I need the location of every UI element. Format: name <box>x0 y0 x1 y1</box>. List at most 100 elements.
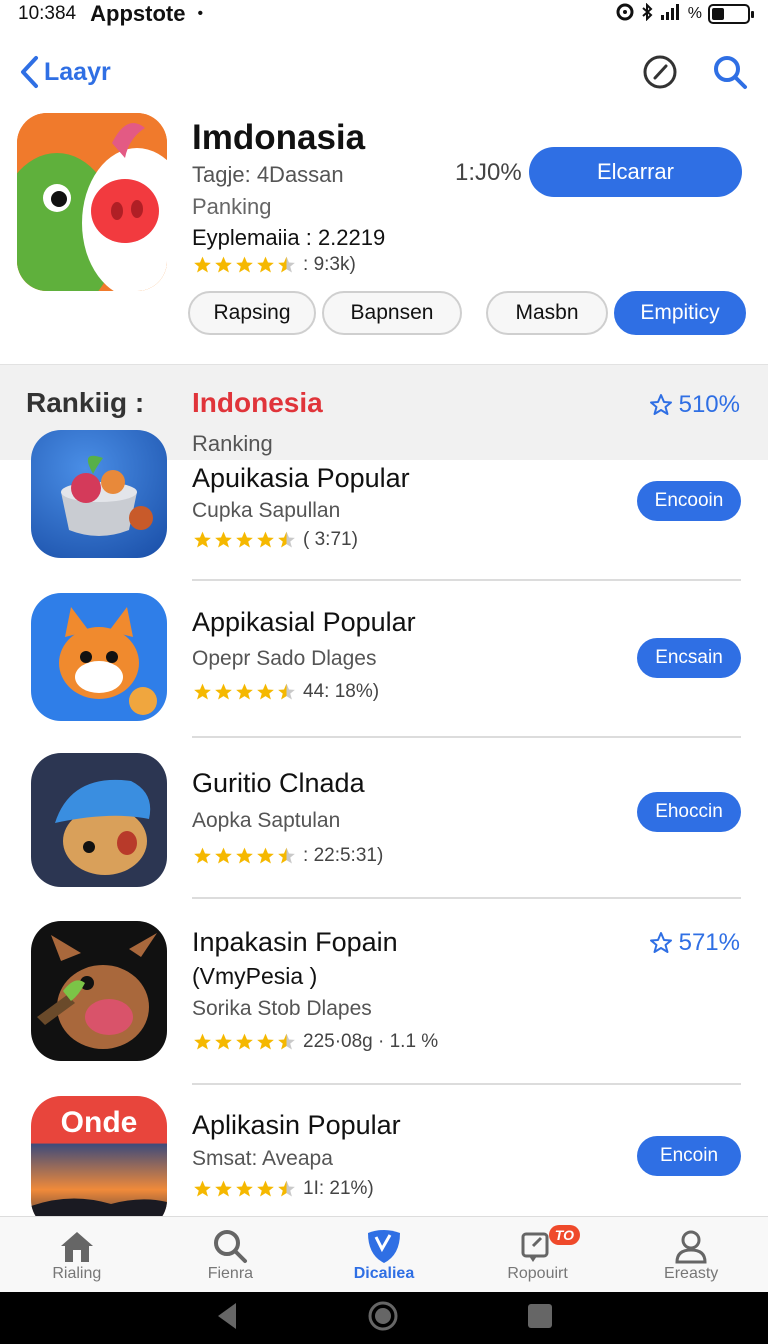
app-rating: 44: 18%) <box>192 681 379 703</box>
get-button[interactable]: Ehoccin <box>637 792 741 832</box>
compass-button[interactable] <box>640 52 680 92</box>
app-rating: ( 3:71) <box>192 529 358 551</box>
get-button[interactable]: Encooin <box>637 481 741 521</box>
status-bar: 10:384 Appstote • % <box>0 0 768 28</box>
featured-app-title: Imdonasia <box>192 118 366 157</box>
star-icon <box>194 1033 211 1050</box>
compass-icon <box>643 55 677 89</box>
list-item[interactable]: Guritio Clnada Aopka Saptulan : 22:5:31)… <box>0 753 768 899</box>
tab-label: Ereasty <box>664 1265 719 1282</box>
star-icon <box>236 256 253 273</box>
chevron-left-icon <box>21 56 38 88</box>
featured-app-get-button[interactable]: Elcarrar <box>529 147 742 197</box>
star-icon <box>236 847 253 864</box>
system-nav-bar <box>0 1292 768 1344</box>
app-rating-count: 225·08g · 1.1 % <box>303 1031 439 1052</box>
star-outline-icon <box>649 394 672 415</box>
chip-masbn[interactable]: Masbn <box>486 291 608 335</box>
chip-rapsing[interactable]: Rapsing <box>188 291 316 335</box>
back-button[interactable]: Laayr <box>18 55 111 89</box>
app-rating-count: ( 3:71) <box>303 529 358 550</box>
app-subtitle: Opepr Sado Dlages <box>192 647 377 670</box>
app-icon-cap-character <box>31 753 167 887</box>
star-rating <box>192 1032 297 1052</box>
chip-empiticy[interactable]: Empiticy <box>614 291 746 335</box>
app-subtitle: Smsat: Aveapa <box>192 1147 333 1170</box>
home-icon <box>57 1227 97 1265</box>
app-subtitle: Sorika Stob Dlapes <box>192 997 372 1020</box>
get-button[interactable]: Encoin <box>637 1136 741 1176</box>
star-rating <box>192 846 297 866</box>
star-icon <box>278 683 295 700</box>
divider <box>192 736 741 738</box>
battery-icon <box>708 4 754 24</box>
star-icon <box>236 683 253 700</box>
ranking-label: Rankiig : <box>26 387 145 418</box>
search-icon <box>210 1227 250 1265</box>
app-subtitle: Cupka Sapullan <box>192 499 341 522</box>
app-rating-count: : 22:5:31) <box>303 845 384 866</box>
ranking-percent[interactable]: 510% <box>649 391 740 419</box>
nav-bar: Laayr <box>0 44 768 100</box>
chip-bapnsen[interactable]: Bapnsen <box>322 291 462 335</box>
star-icon <box>215 683 232 700</box>
app-title: Guritio Clnada <box>192 768 365 798</box>
star-icon <box>194 1180 211 1197</box>
list-item[interactable]: Onde Aplikasin Popular Smsat: Aveapa 1I:… <box>0 1096 768 1216</box>
app-title: Aplikasin Popular <box>192 1110 401 1140</box>
star-rating <box>192 682 297 702</box>
app-rating-count: 44: 18%) <box>303 681 380 702</box>
app-rating: 225·08g · 1.1 % <box>192 1031 438 1053</box>
tab-ereasty[interactable]: Ereasty <box>614 1217 768 1292</box>
app-icon-fruit-bowl <box>31 430 167 558</box>
list-item[interactable]: Appikasial Popular Opepr Sado Dlages 44:… <box>0 593 768 739</box>
status-time: 10:384 <box>18 3 77 24</box>
ranking-country[interactable]: Indonesia <box>192 387 323 419</box>
star-icon <box>236 1180 253 1197</box>
star-icon <box>257 256 274 273</box>
star-icon <box>215 531 232 548</box>
list-item[interactable]: Inpakasin Fopain (VmyPesia ) Sorika Stob… <box>0 921 768 1085</box>
triangle-back-icon <box>217 1302 236 1329</box>
star-icon <box>215 256 232 273</box>
app-title: Apuikasia Popular <box>192 463 410 493</box>
tab-bar: Rialing Fienra Dicaliea TO Ropouirt Erea… <box>0 1216 768 1292</box>
app-subtitle: Aopka Saptulan <box>192 809 341 832</box>
tab-fienra[interactable]: Fienra <box>154 1217 308 1292</box>
back-nav-button[interactable] <box>214 1301 240 1336</box>
status-dot: • <box>197 5 204 22</box>
star-icon <box>257 1033 274 1050</box>
star-rating <box>192 255 297 275</box>
app-rating: 1I: 21%) <box>192 1178 374 1200</box>
star-icon <box>278 256 295 273</box>
get-button[interactable]: Encsain <box>637 638 741 678</box>
search-button[interactable] <box>710 52 750 92</box>
star-icon <box>257 531 274 548</box>
featured-app-category: Panking <box>192 194 272 219</box>
tab-rialing[interactable]: Rialing <box>0 1217 154 1292</box>
battery-percent: % <box>687 5 702 22</box>
featured-app-icon[interactable] <box>17 113 167 291</box>
star-icon <box>194 256 211 273</box>
status-app-name: Appstote <box>90 1 186 26</box>
signal-icon <box>660 3 682 26</box>
divider <box>192 579 741 581</box>
home-nav-button[interactable] <box>367 1300 399 1337</box>
featured-app-percent: 1:J0% <box>455 159 522 186</box>
tab-label: Ropouirt <box>507 1265 568 1282</box>
tab-dicaliea[interactable]: Dicaliea <box>307 1217 461 1292</box>
app-title: Appikasial Popular <box>192 607 416 637</box>
list-item[interactable]: Apuikasia Popular Cupka Sapullan ( 3:71)… <box>0 430 768 581</box>
circle-home-icon <box>368 1301 398 1330</box>
star-icon <box>215 1033 232 1050</box>
divider <box>192 1083 741 1085</box>
recents-nav-button[interactable] <box>526 1302 554 1335</box>
app-icon-label: Onde <box>61 1106 138 1139</box>
app-percent[interactable]: 571% <box>649 929 740 957</box>
featured-app-tag: Tagje: 4Dassan <box>192 162 344 187</box>
app-rating: : 22:5:31) <box>192 845 383 867</box>
star-icon <box>194 683 211 700</box>
tab-ropouirt[interactable]: TO Ropouirt <box>461 1217 615 1292</box>
star-icon <box>278 1033 295 1050</box>
filter-chips: Rapsing Bapnsen Masbn Empiticy <box>188 291 746 335</box>
